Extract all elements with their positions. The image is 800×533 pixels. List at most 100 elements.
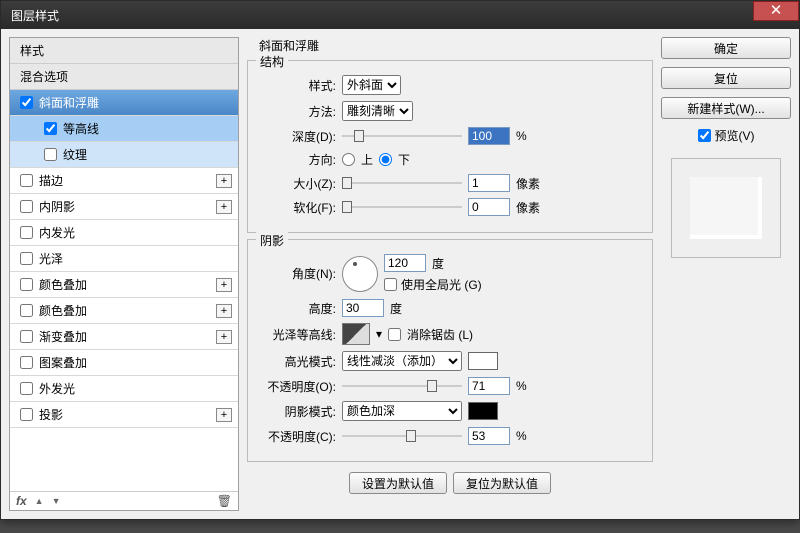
close-button[interactable]: ✕ [753, 1, 799, 21]
sidebar-header-blend[interactable]: 混合选项 [10, 64, 238, 90]
window-title: 图层样式 [11, 7, 59, 24]
highlight-mode-label: 高光模式: [258, 353, 336, 370]
color-overlay-2-checkbox[interactable] [20, 304, 33, 317]
angle-input[interactable] [384, 254, 426, 272]
global-light-label: 使用全局光 (G) [401, 276, 482, 293]
sidebar-item-label: 描边 [39, 172, 63, 189]
inner-shadow-checkbox[interactable] [20, 200, 33, 213]
size-input[interactable] [468, 174, 510, 192]
make-default-button[interactable]: 设置为默认值 [349, 472, 447, 494]
new-style-button[interactable]: 新建样式(W)... [661, 97, 791, 119]
sidebar-item-label: 内阴影 [39, 198, 75, 215]
titlebar[interactable]: 图层样式 ✕ [1, 1, 799, 29]
gloss-label: 光泽等高线: [258, 326, 336, 343]
sidebar-item-contour[interactable]: 等高线 [10, 116, 238, 142]
sidebar-item-drop-shadow[interactable]: 投影 + [10, 402, 238, 428]
soften-label: 软化(F): [258, 199, 336, 216]
satin-checkbox[interactable] [20, 252, 33, 265]
stroke-checkbox[interactable] [20, 174, 33, 187]
antialias-label: 消除锯齿 (L) [407, 326, 473, 343]
contour-checkbox[interactable] [44, 122, 57, 135]
bevel-checkbox[interactable] [20, 96, 33, 109]
technique-select[interactable]: 雕刻清晰 [342, 101, 413, 121]
direction-down-label: 下 [398, 151, 410, 168]
gloss-contour-picker[interactable] [342, 323, 370, 345]
sidebar-item-inner-shadow[interactable]: 内阴影 + [10, 194, 238, 220]
texture-checkbox[interactable] [44, 148, 57, 161]
sidebar-item-satin[interactable]: 光泽 [10, 246, 238, 272]
altitude-input[interactable] [342, 299, 384, 317]
add-icon[interactable]: + [216, 200, 232, 214]
shadow-color-swatch[interactable] [468, 402, 498, 420]
altitude-unit: 度 [390, 300, 402, 317]
outer-glow-checkbox[interactable] [20, 382, 33, 395]
add-icon[interactable]: + [216, 278, 232, 292]
direction-up-radio[interactable] [342, 153, 355, 166]
sidebar-item-label: 颜色叠加 [39, 276, 87, 293]
ok-button[interactable]: 确定 [661, 37, 791, 59]
angle-dial[interactable] [342, 256, 378, 292]
style-select[interactable]: 外斜面 [342, 75, 401, 95]
sidebar-item-label: 等高线 [63, 120, 99, 137]
direction-up-label: 上 [361, 151, 373, 168]
sidebar-item-label: 外发光 [39, 380, 75, 397]
shadow-opacity-label: 不透明度(C): [258, 428, 336, 445]
gradient-overlay-checkbox[interactable] [20, 330, 33, 343]
antialias-checkbox[interactable] [388, 328, 401, 341]
highlight-mode-select[interactable]: 线性减淡（添加） [342, 351, 462, 371]
soften-input[interactable] [468, 198, 510, 216]
chevron-down-icon[interactable]: ▾ [376, 327, 382, 341]
sidebar-item-color-overlay-2[interactable]: 颜色叠加 + [10, 298, 238, 324]
sidebar-item-color-overlay[interactable]: 颜色叠加 + [10, 272, 238, 298]
sidebar-item-inner-glow[interactable]: 内发光 [10, 220, 238, 246]
sidebar-item-label: 颜色叠加 [39, 302, 87, 319]
shadow-opacity-slider[interactable] [342, 429, 462, 443]
add-icon[interactable]: + [216, 304, 232, 318]
soften-slider[interactable] [342, 200, 462, 214]
sidebar-item-bevel[interactable]: 斜面和浮雕 [10, 90, 238, 116]
highlight-opacity-slider[interactable] [342, 379, 462, 393]
sidebar-footer: fx ▲ ▼ 🗑 [10, 491, 238, 510]
depth-input[interactable] [468, 127, 510, 145]
structure-legend: 结构 [256, 53, 288, 70]
size-label: 大小(Z): [258, 175, 336, 192]
move-up-icon[interactable]: ▲ [35, 496, 44, 506]
add-icon[interactable]: + [216, 330, 232, 344]
trash-icon[interactable]: 🗑 [217, 494, 232, 508]
sidebar-header-styles[interactable]: 样式 [10, 38, 238, 64]
color-overlay-checkbox[interactable] [20, 278, 33, 291]
move-down-icon[interactable]: ▼ [52, 496, 61, 506]
pattern-overlay-checkbox[interactable] [20, 356, 33, 369]
drop-shadow-checkbox[interactable] [20, 408, 33, 421]
shadow-opacity-input[interactable] [468, 427, 510, 445]
sidebar-item-stroke[interactable]: 描边 + [10, 168, 238, 194]
angle-unit: 度 [432, 255, 444, 272]
add-icon[interactable]: + [216, 174, 232, 188]
size-unit: 像素 [516, 175, 540, 192]
sidebar-item-gradient-overlay[interactable]: 渐变叠加 + [10, 324, 238, 350]
global-light-checkbox[interactable] [384, 278, 397, 291]
preview-swatch [690, 177, 762, 239]
fx-icon[interactable]: fx [16, 494, 27, 508]
inner-glow-checkbox[interactable] [20, 226, 33, 239]
sidebar-item-label: 光泽 [39, 250, 63, 267]
direction-down-radio[interactable] [379, 153, 392, 166]
add-icon[interactable]: + [216, 408, 232, 422]
layer-style-dialog: 图层样式 ✕ 样式 混合选项 斜面和浮雕 等高线 纹理 描边 + [0, 0, 800, 520]
sidebar-item-texture[interactable]: 纹理 [10, 142, 238, 168]
size-slider[interactable] [342, 176, 462, 190]
cancel-button[interactable]: 复位 [661, 67, 791, 89]
highlight-color-swatch[interactable] [468, 352, 498, 370]
sidebar-item-pattern-overlay[interactable]: 图案叠加 [10, 350, 238, 376]
depth-slider[interactable] [342, 129, 462, 143]
shadow-opacity-unit: % [516, 429, 527, 443]
shading-group: 阴影 角度(N): 度 使用全局光 (G) [247, 239, 653, 462]
reset-default-button[interactable]: 复位为默认值 [453, 472, 551, 494]
preview-checkbox[interactable] [698, 129, 711, 142]
highlight-opacity-input[interactable] [468, 377, 510, 395]
soften-unit: 像素 [516, 199, 540, 216]
sidebar-item-outer-glow[interactable]: 外发光 [10, 376, 238, 402]
shadow-mode-select[interactable]: 颜色加深 [342, 401, 462, 421]
panel-title: 斜面和浮雕 [259, 37, 653, 54]
highlight-opacity-unit: % [516, 379, 527, 393]
